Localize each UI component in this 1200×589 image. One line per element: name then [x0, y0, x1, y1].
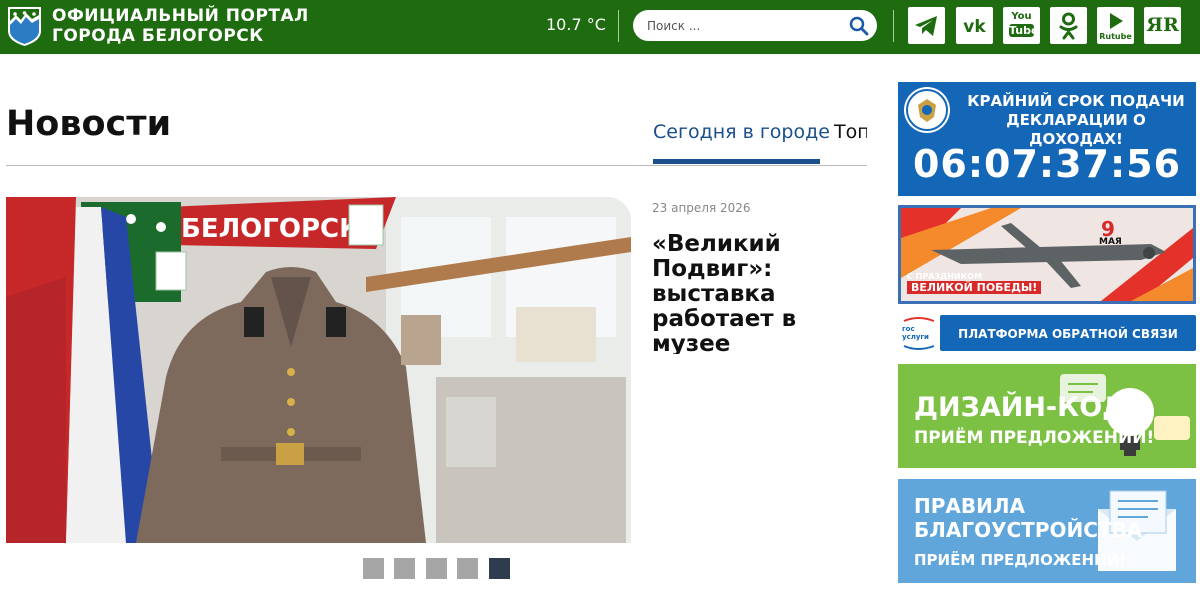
improvement-rules-banner[interactable]: ПРАВИЛА БЛАГОУСТРОЙСТВА ПРИЁМ ПРЕДЛОЖЕНИ…: [898, 479, 1196, 583]
gosuslugi-logo-text: гос услуги: [902, 325, 929, 341]
tax-declaration-banner[interactable]: КРАЙНИЙ СРОК ПОДАЧИ ДЕКЛАРАЦИИ О ДОХОДАХ…: [898, 82, 1196, 196]
telegram-icon: [915, 16, 937, 36]
feedback-platform-banner[interactable]: гос услуги ПЛАТФОРМА ОБРАТНОЙ СВЯЗИ: [898, 313, 1196, 354]
header-divider: [618, 10, 619, 42]
site-title[interactable]: ОФИЦИАЛЬНЫЙ ПОРТАЛ ГОРОДА БЕЛОГОРСК: [52, 6, 309, 46]
featured-news-photo[interactable]: БЕЛОГОРСК: [6, 197, 631, 543]
victory-caption-small: С ПРАЗДНИКОМ: [907, 272, 982, 281]
city-emblem-icon[interactable]: [6, 5, 43, 47]
site-title-line1: ОФИЦИАЛЬНЫЙ ПОРТАЛ: [52, 6, 309, 26]
youtube-label-top: You: [1011, 11, 1032, 22]
slider-dot-4[interactable]: [457, 558, 478, 579]
page-title: Новости: [6, 104, 172, 144]
tab-top[interactable]: Топ: [834, 121, 867, 143]
site-header: ОФИЦИАЛЬНЫЙ ПОРТАЛ ГОРОДА БЕЛОГОРСК 10.7…: [0, 0, 1200, 54]
design-code-banner[interactable]: ДИЗАЙН-КОД ПРИЁМ ПРЕДЛОЖЕНИЙ!: [898, 364, 1196, 468]
svg-text:vk: vk: [963, 17, 986, 37]
search-input[interactable]: [647, 16, 837, 35]
telegram-button[interactable]: [908, 7, 945, 44]
victory-caption-big: ВЕЛИКОЙ ПОБЕДЫ!: [907, 281, 1042, 294]
youtube-button[interactable]: You Tube: [1003, 7, 1040, 44]
header-divider: [893, 10, 894, 42]
odnoklassniki-icon: [1059, 12, 1078, 40]
news-headline[interactable]: «Великий Подвиг»: выставка работает в му…: [652, 232, 872, 354]
slider-dot-2[interactable]: [394, 558, 415, 579]
search-box: [633, 10, 877, 41]
rutube-label: Rutube: [1099, 32, 1132, 41]
slider-dot-5-active[interactable]: [489, 558, 510, 579]
active-tab-indicator: [653, 159, 820, 164]
rules-title-line1: ПРАВИЛА: [914, 494, 1025, 518]
yandex-zen-icon: ЯR: [1146, 14, 1179, 36]
rules-subtitle: ПРИЁМ ПРЕДЛОЖЕНИЙ!: [914, 551, 1126, 569]
tax-service-emblem-icon: [904, 87, 950, 133]
feedback-platform-label: ПЛАТФОРМА ОБРАТНОЙ СВЯЗИ: [958, 327, 1178, 341]
slider-dot-1[interactable]: [363, 558, 384, 579]
tab-today-in-city[interactable]: Сегодня в городе: [653, 121, 830, 143]
countdown-timer: 06:07:37:56: [912, 142, 1182, 186]
museum-exhibit-image: БЕЛОГОРСК: [6, 197, 631, 543]
gosuslugi-logo-icon: гос услуги: [898, 313, 940, 354]
rutube-button[interactable]: Rutube: [1097, 7, 1134, 44]
tabs-divider: [6, 165, 867, 166]
search-icon[interactable]: [849, 16, 869, 36]
yandex-zen-button[interactable]: ЯR: [1144, 7, 1181, 44]
odnoklassniki-button[interactable]: [1050, 7, 1087, 44]
news-date: 23 апреля 2026: [652, 201, 751, 215]
victory-day-month: МАЯ: [1099, 237, 1122, 247]
design-code-title: ДИЗАЙН-КОД: [914, 392, 1127, 423]
victory-day-banner[interactable]: 9 МАЯ С ПРАЗДНИКОМ ВЕЛИКОЙ ПОБЕДЫ!: [898, 205, 1196, 304]
vk-icon: vk: [963, 17, 986, 37]
feedback-platform-bar: ПЛАТФОРМА ОБРАТНОЙ СВЯЗИ: [940, 315, 1196, 351]
gosuslugi-logo-line2: услуги: [902, 333, 929, 341]
vk-button[interactable]: vk: [956, 7, 993, 44]
site-title-line2: ГОРОДА БЕЛОГОРСК: [52, 26, 264, 46]
photo-sign-text: БЕЛОГОРСК: [181, 214, 360, 244]
gosuslugi-logo-line1: гос: [902, 325, 915, 333]
tax-title-line1: КРАЙНИЙ СРОК ПОДАЧИ: [967, 92, 1185, 110]
slider-dot-3[interactable]: [426, 558, 447, 579]
weather-temperature: 10.7 °C: [546, 15, 606, 34]
design-code-subtitle: ПРИЁМ ПРЕДЛОЖЕНИЙ!: [914, 428, 1155, 448]
tax-banner-title: КРАЙНИЙ СРОК ПОДАЧИ ДЕКЛАРАЦИИ О ДОХОДАХ…: [958, 92, 1194, 149]
rules-title-line2: БЛАГОУСТРОЙСТВА: [914, 518, 1143, 542]
youtube-icon: Tube: [1009, 24, 1039, 37]
